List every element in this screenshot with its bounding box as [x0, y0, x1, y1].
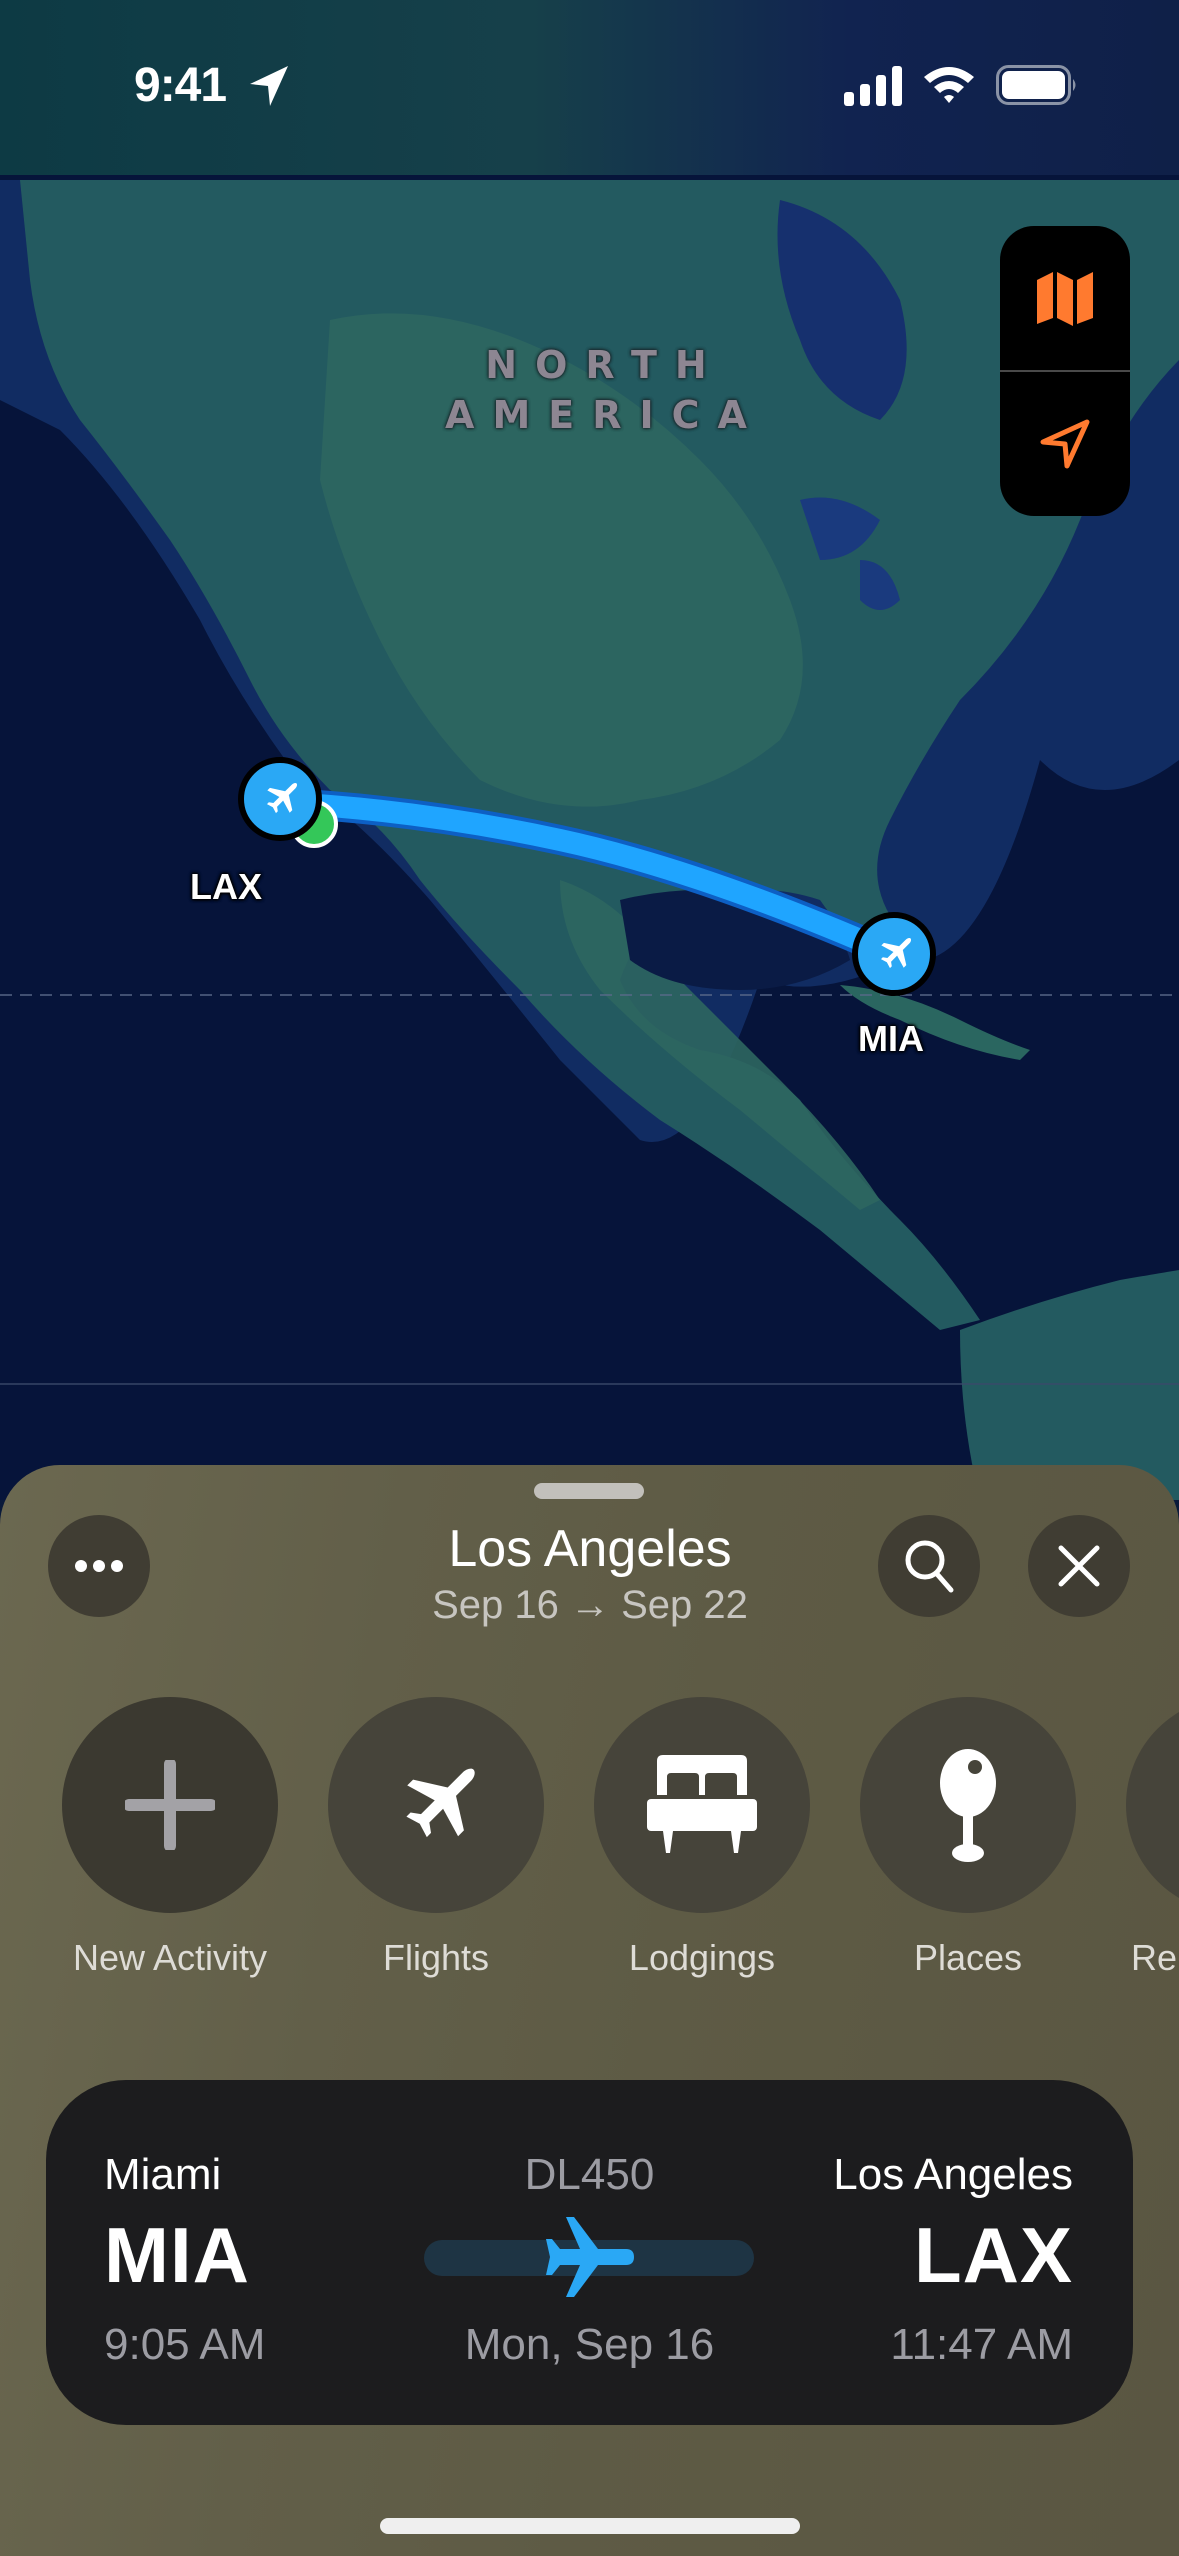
- arrival-city: Los Angeles: [833, 2150, 1073, 2199]
- airplane-icon: [406, 1768, 475, 1838]
- origin-pin-label: LAX: [190, 866, 262, 907]
- airplane-icon: [880, 938, 912, 969]
- status-bar: 9:41: [0, 0, 1179, 175]
- trip-dates: Sep 16 → Sep 22: [432, 1583, 748, 1627]
- close-button[interactable]: [1028, 1515, 1130, 1617]
- map-controls: [1000, 226, 1130, 516]
- map-view[interactable]: NORTH AMERICA LAX MIA: [0, 0, 1179, 1500]
- more-button[interactable]: [48, 1515, 150, 1617]
- location-arrow-icon: [1040, 419, 1090, 469]
- close-icon: [1058, 1545, 1100, 1587]
- destination-airport-pin[interactable]: [852, 912, 936, 996]
- airplane-icon: [266, 783, 298, 814]
- departure-code: MIA: [104, 2211, 250, 2299]
- map-icon: [1037, 272, 1093, 326]
- search-icon: [905, 1540, 954, 1593]
- ellipsis-icon: [75, 1560, 123, 1572]
- quick-action-label: Flights: [382, 1937, 490, 1978]
- wifi-icon: [924, 67, 974, 103]
- map-mode-button[interactable]: [1000, 226, 1130, 370]
- flight-card[interactable]: Miami MIA 9:05 AM DL450 Mon, Sep 16 Los …: [46, 2080, 1133, 2425]
- arrival-time: 11:47 AM: [890, 2320, 1073, 2369]
- sheet-grabber[interactable]: [534, 1483, 644, 1499]
- location-arrow-icon: [250, 66, 288, 106]
- map-terrain: [0, 0, 1179, 1500]
- battery-icon: [996, 65, 1076, 105]
- arrival-code: LAX: [914, 2211, 1073, 2299]
- status-time: 9:41: [134, 59, 227, 112]
- plus-icon: [125, 1760, 215, 1850]
- flights-button[interactable]: [328, 1697, 544, 1913]
- lodgings-button[interactable]: [594, 1697, 810, 1913]
- quick-action-lodgings[interactable]: Lodgings: [582, 1697, 822, 1997]
- sheet-title: Los Angeles: [448, 1520, 732, 1578]
- cellular-signal-icon: [844, 66, 902, 106]
- origin-airport-pin[interactable]: [238, 757, 322, 841]
- quick-action-new-activity[interactable]: New Activity: [50, 1697, 290, 1997]
- new-activity-button[interactable]: [62, 1697, 278, 1913]
- continent-label: NORTH AMERICA: [445, 343, 765, 437]
- quick-action-partial[interactable]: Re: [1114, 1697, 1179, 1997]
- airplane-icon: [546, 2217, 634, 2297]
- current-location-button[interactable]: [1000, 372, 1130, 516]
- home-indicator[interactable]: [380, 2518, 800, 2534]
- search-button[interactable]: [878, 1515, 980, 1617]
- trip-sheet: Los Angeles Sep 16 → Sep 22 New Activity: [0, 1465, 1179, 2556]
- quick-action-label: New Activity: [72, 1937, 268, 1978]
- partial-action-button[interactable]: [1126, 1697, 1179, 1913]
- quick-action-label: Re: [1130, 1937, 1178, 1978]
- quick-action-label: Lodgings: [628, 1937, 776, 1978]
- places-button[interactable]: [860, 1697, 1076, 1913]
- destination-pin-label: MIA: [858, 1018, 924, 1059]
- quick-action-flights[interactable]: Flights: [316, 1697, 556, 1997]
- bed-icon: [647, 1755, 757, 1853]
- pin-icon: [940, 1749, 996, 1862]
